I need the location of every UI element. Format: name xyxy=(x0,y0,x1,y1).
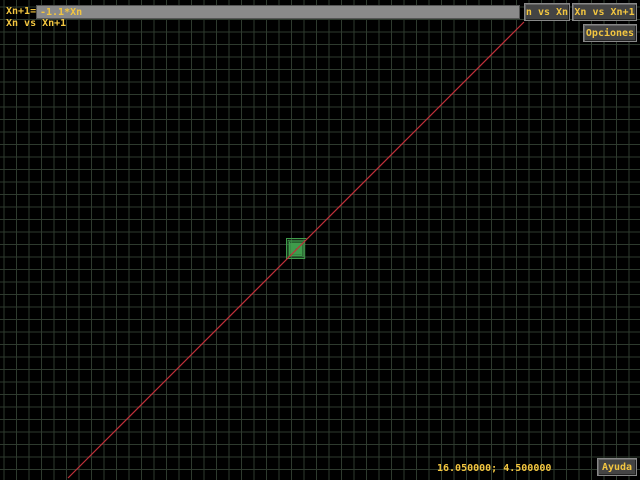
formula-label: Xn+1= xyxy=(6,6,37,17)
formula-input[interactable] xyxy=(36,5,520,19)
options-button[interactable]: Opciones xyxy=(583,24,637,42)
n-vs-xn-button[interactable]: n vs Xn xyxy=(524,3,570,21)
cursor-coordinates: 16.050000; 4.500000 xyxy=(437,463,552,474)
cobweb-path xyxy=(286,238,307,259)
help-button[interactable]: Ayuda xyxy=(597,458,637,476)
identity-diagonal xyxy=(67,21,525,479)
cobweb-line xyxy=(286,238,307,259)
cobweb-plot[interactable] xyxy=(0,0,640,480)
xn-vs-xn1-button[interactable]: Xn vs Xn+1 xyxy=(572,3,637,21)
plot-grid xyxy=(0,0,640,480)
plot-mode-label: Xn vs Xn+1 xyxy=(6,18,67,29)
